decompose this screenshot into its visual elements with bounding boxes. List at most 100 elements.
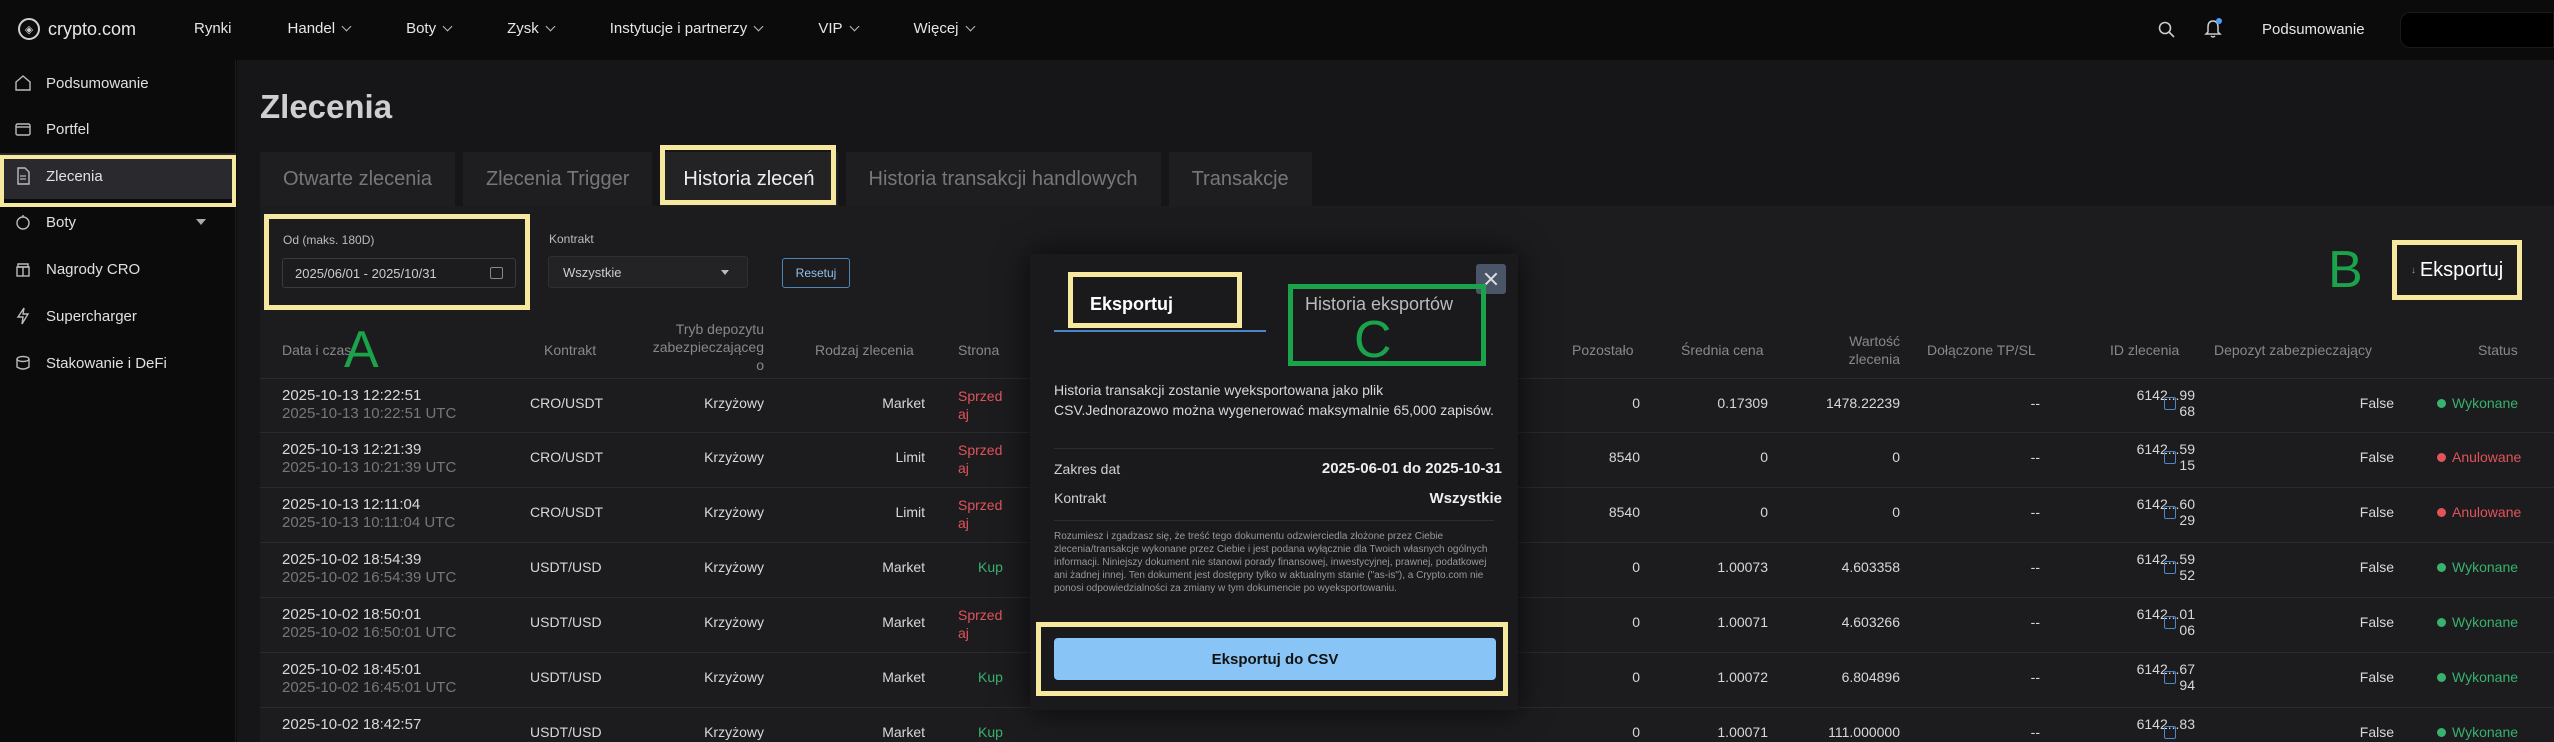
order-value: 0: [1892, 504, 1900, 520]
tab-trigger-orders[interactable]: Zlecenia Trigger: [462, 152, 653, 206]
annotation-letter-b: B: [2328, 241, 2363, 299]
order-margin-deposit: False: [2359, 724, 2394, 740]
nav-item-label: Więcej: [913, 20, 959, 37]
order-date-utc: 2025-10-02 16:45:01 UTC: [282, 679, 457, 696]
sidebar-item-label: Boty: [46, 213, 77, 231]
order-type: Market: [882, 559, 925, 575]
order-date-utc: 2025-10-13 10:21:39 UTC: [282, 459, 457, 476]
date-range-val: 2025-06-01 do 2025-10-31: [1321, 460, 1502, 477]
nav-item-2[interactable]: Boty: [406, 20, 453, 37]
sidebar-item-supercharger[interactable]: Supercharger: [0, 293, 236, 339]
order-side-sell: Sprzed aj: [958, 441, 1006, 477]
nav-item-4[interactable]: Instytucje i partnerzy: [610, 20, 764, 37]
status-label: Wykonane: [2452, 724, 2519, 740]
column-header-margin-deposit: Depozyt zabezpieczający: [2214, 342, 2372, 358]
order-tp-sl: --: [2030, 669, 2040, 685]
reset-button[interactable]: Resetuj: [782, 258, 850, 288]
date-range-label: Od (maks. 180D): [283, 233, 375, 247]
sidebar-item-wallet[interactable]: Portfel: [0, 106, 236, 152]
order-date-utc: 2025-10-13 10:22:51 UTC: [282, 405, 457, 422]
order-tp-sl: --: [2030, 449, 2040, 465]
sidebar-item-label: Stakowanie i DeFi: [46, 354, 167, 372]
nav-item-0[interactable]: Rynki: [194, 20, 232, 37]
order-value: 1478.22239: [1826, 395, 1900, 411]
nav-item-label: Handel: [287, 20, 336, 37]
sidebar-item-summary[interactable]: Podsumowanie: [0, 60, 236, 106]
calendar-icon[interactable]: [490, 267, 503, 279]
expand-caret-icon[interactable]: [196, 219, 206, 225]
copy-icon[interactable]: [2164, 506, 2176, 519]
nav-item-1[interactable]: Handel: [287, 20, 352, 37]
order-side-sell: Sprzed aj: [958, 387, 1006, 423]
copy-icon[interactable]: [2164, 397, 2176, 410]
order-date: 2025-10-13 12:22:51: [282, 387, 422, 404]
order-value: 6.804896: [1841, 669, 1900, 685]
order-type: Limit: [895, 449, 925, 465]
top-navigation-bar: ◈ crypto.com Rynki Handel Boty Zysk Instytuc…: [0, 0, 2554, 60]
tab-transactions[interactable]: Transakcje: [1168, 152, 1312, 206]
chevron-down-icon: [965, 21, 975, 32]
sidebar-item-label: Supercharger: [46, 307, 137, 325]
main-nav: Rynki Handel Boty Zysk Instytucje i partnerz…: [194, 20, 1030, 37]
tab-order-history[interactable]: Historia zleceń: [660, 152, 838, 206]
order-tp-sl: --: [2030, 559, 2040, 575]
annotation-letter-a: A: [344, 321, 379, 379]
column-header-contract: Kontrakt: [544, 342, 597, 358]
nav-item-label: Boty: [406, 20, 437, 37]
status-dot-icon: [2437, 617, 2446, 627]
order-date-utc: 2025-10-02 16:50:01 UTC: [282, 624, 457, 641]
date-range-input[interactable]: 2025/06/01 - 2025/10/31: [282, 258, 516, 288]
notification-dot: [2216, 18, 2222, 24]
order-remaining: 0: [1632, 559, 1640, 575]
side-line: Sprzed: [958, 442, 1003, 458]
tab-trade-history[interactable]: Historia transakcji handlowych: [845, 152, 1161, 206]
column-header-order-value: Wartość zlecenia: [1810, 332, 1900, 368]
sidebar-item-bots[interactable]: Boty: [0, 199, 236, 245]
sidebar-item-label: Zlecenia: [46, 167, 103, 185]
sidebar: Podsumowanie Portfel Zlecenia Boty Nagro…: [0, 60, 236, 742]
contract-select[interactable]: Wszystkie: [548, 256, 748, 288]
export-button[interactable]: ↓ Eksportuj: [2398, 244, 2516, 296]
sidebar-item-staking[interactable]: Stakowanie i DeFi: [0, 340, 236, 386]
order-remaining: 0: [1632, 724, 1640, 740]
document-icon: [17, 167, 30, 185]
logo-text: crypto.com: [48, 18, 137, 39]
copy-icon[interactable]: [2164, 726, 2176, 739]
order-margin-deposit: False: [2359, 614, 2394, 630]
order-avg-price: 0.17309: [1717, 395, 1768, 411]
copy-icon[interactable]: [2164, 616, 2176, 629]
copy-icon[interactable]: [2164, 451, 2176, 464]
column-header-order-type: Rodzaj zlecenia: [815, 342, 914, 358]
order-date-utc: 2025-10-02 16:54:39 UTC: [282, 569, 457, 586]
copy-icon[interactable]: [2164, 561, 2176, 574]
modal-tab-export[interactable]: Eksportuj: [1090, 294, 1173, 315]
top-summary-link[interactable]: Podsumowanie: [2262, 21, 2365, 38]
close-icon[interactable]: [1476, 264, 1506, 294]
order-type: Market: [882, 614, 925, 630]
order-value: 4.603358: [1841, 559, 1900, 575]
status-badge: Anulowane: [2437, 504, 2521, 520]
nav-item-5[interactable]: VIP: [818, 20, 859, 37]
order-avg-price: 1.00072: [1717, 669, 1768, 685]
sidebar-item-orders[interactable]: Zlecenia: [0, 153, 236, 199]
date-range-key: Zakres dat: [1054, 461, 1121, 477]
sidebar-item-cro-rewards[interactable]: Nagrody CRO: [0, 246, 236, 292]
contract-val: Wszystkie: [1429, 490, 1502, 507]
nav-item-3[interactable]: Zysk: [507, 20, 556, 37]
order-margin-mode: Krzyżowy: [704, 724, 764, 740]
nav-item-6[interactable]: Więcej: [913, 20, 975, 37]
column-header-margin-mode: Tryb depozytu zabezpieczająceg o: [640, 320, 764, 374]
date-range-value: 2025/06/01 - 2025/10/31: [295, 266, 437, 281]
bot-icon: [16, 215, 30, 230]
tab-open-orders[interactable]: Otwarte zlecenia: [260, 152, 455, 206]
logo[interactable]: ◈ crypto.com: [18, 18, 136, 40]
order-tp-sl: --: [2030, 395, 2040, 411]
chevron-down-icon: [545, 21, 556, 32]
order-tp-sl: --: [2030, 504, 2040, 520]
status-badge: Wykonane: [2437, 614, 2518, 630]
account-button[interactable]: [2400, 12, 2554, 48]
side-line: aj: [958, 625, 969, 641]
copy-icon[interactable]: [2164, 671, 2176, 684]
search-icon[interactable]: [2158, 21, 2175, 38]
export-csv-button[interactable]: Eksportuj do CSV: [1054, 638, 1496, 680]
